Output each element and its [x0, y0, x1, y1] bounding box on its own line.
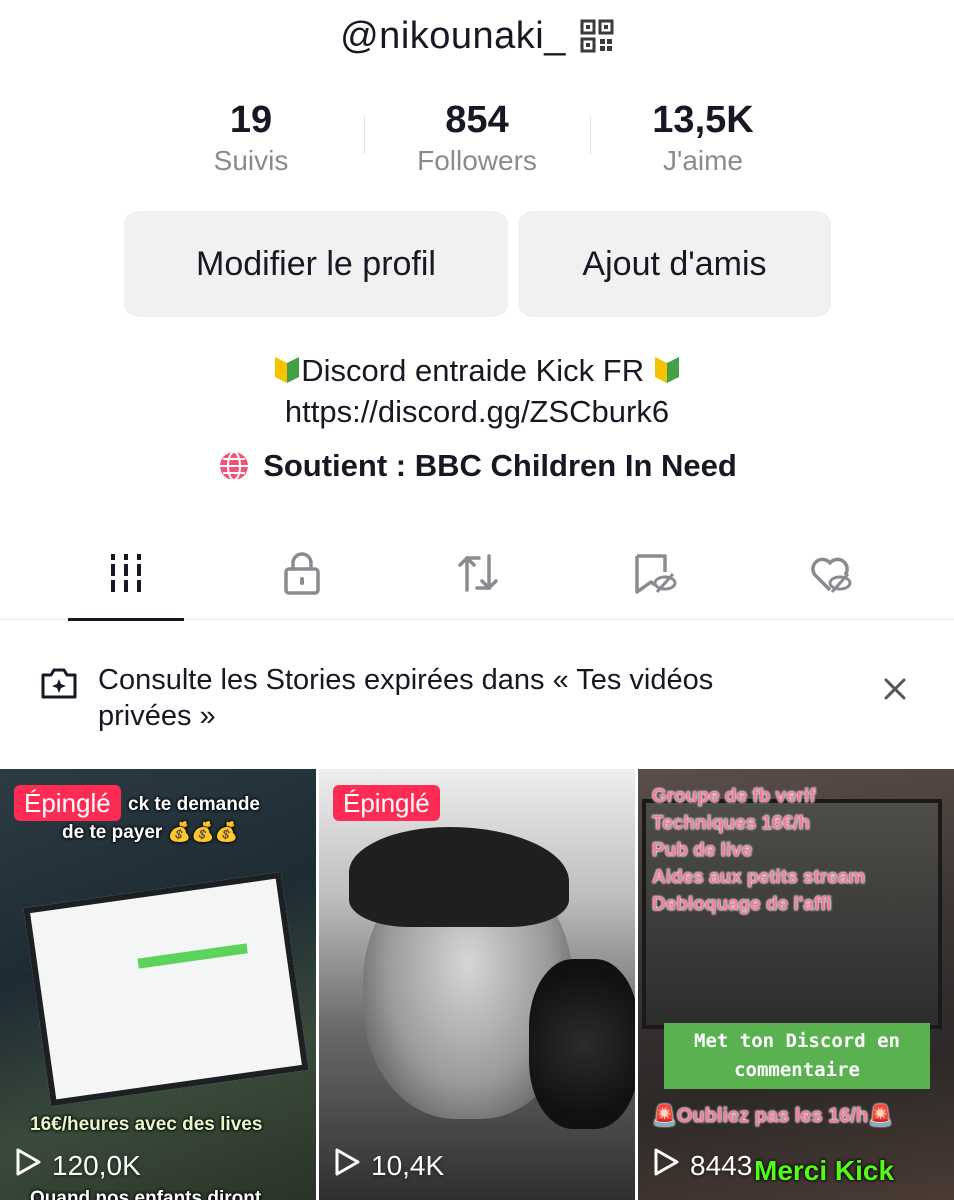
plant-image — [529, 959, 635, 1129]
feature-item: Aides aux petits stream — [652, 867, 866, 888]
view-count: 10,4K — [333, 1147, 444, 1184]
username: @nikounaki_ — [340, 14, 566, 57]
globe-icon — [217, 449, 251, 483]
view-count: 120,0K — [14, 1147, 141, 1184]
view-count-value: 10,4K — [371, 1149, 445, 1181]
tab-private[interactable] — [214, 530, 390, 620]
add-friends-button[interactable]: Ajout d'amis — [518, 211, 831, 317]
view-count: 8443 — [652, 1147, 752, 1184]
profile-tabs — [0, 530, 954, 621]
bio-link[interactable]: https://discord.gg/ZSCburk6 — [0, 391, 954, 432]
stat-divider — [590, 116, 591, 154]
stat-followers-label: Followers — [417, 145, 537, 176]
play-icon — [14, 1147, 42, 1184]
tab-liked[interactable] — [742, 530, 918, 620]
profile-bio: Discord entraide Kick FR https://discord… — [0, 350, 954, 432]
bio-text-discord: Discord entraide Kick FR — [301, 353, 645, 388]
heart-hidden-icon — [807, 550, 853, 601]
close-icon[interactable] — [882, 676, 908, 702]
qr-code-icon[interactable] — [580, 19, 614, 53]
tab-reposts[interactable] — [390, 530, 566, 620]
stat-likes-value: 13,5K — [652, 99, 754, 141]
video-thumbnail[interactable]: Épinglé 10,4K — [319, 769, 635, 1200]
repost-icon — [455, 550, 501, 601]
video-thumbnail[interactable]: ck te demande de te payer 💰💰💰 16€/heures… — [0, 769, 316, 1200]
screen-bar — [137, 943, 248, 969]
feature-item: Techniques 16€/h — [652, 813, 811, 834]
discord-comment-box: Met ton Discord en commentaire — [664, 1023, 930, 1089]
stat-following-value: 19 — [229, 99, 273, 141]
edit-profile-button[interactable]: Modifier le profil — [124, 211, 508, 317]
stat-likes-label: J'aime — [662, 145, 744, 176]
camera-sparkle-icon — [40, 666, 78, 700]
view-count-value: 8443 — [690, 1149, 753, 1181]
laptop-screen-image — [23, 871, 309, 1107]
bio-line-1: Discord entraide Kick FR — [0, 350, 954, 391]
play-icon — [652, 1147, 680, 1184]
kick-caption: Merci Kick — [754, 1155, 895, 1186]
beginner-badge-icon — [273, 354, 301, 384]
notice-text: Consulte les Stories expirées dans « Tes… — [98, 664, 714, 732]
beginner-badge-icon — [653, 354, 681, 384]
feature-item: Debloquage de l'affi — [652, 894, 832, 915]
charity-support[interactable]: Soutient : BBC Children In Need — [0, 448, 954, 484]
pinned-badge: Épinglé — [333, 785, 440, 821]
video-caption-top: ck te demande — [128, 794, 260, 815]
profile-header: @nikounaki_ — [0, 8, 954, 64]
expired-stories-notice[interactable]: Consulte les Stories expirées dans « Tes… — [0, 640, 954, 752]
support-text: Soutient : BBC Children In Need — [263, 448, 737, 483]
tab-videos[interactable] — [38, 530, 214, 621]
feature-item: Pub de live — [652, 840, 753, 861]
grid-icon — [103, 550, 149, 601]
stat-followers[interactable]: 854 Followers — [364, 96, 590, 186]
feature-list: Groupe de fb verif Techniques 16€/h Pub … — [652, 783, 865, 918]
lock-icon — [279, 550, 325, 601]
pinned-badge: Épinglé — [14, 785, 121, 821]
stat-likes[interactable]: 13,5K J'aime — [590, 96, 816, 186]
video-caption-bottom: 16€/heures avec des lives — [30, 1114, 263, 1135]
stat-followers-value: 854 — [445, 99, 509, 141]
play-icon — [333, 1147, 361, 1184]
video-caption-bottom-2: Quand nos enfants diront — [30, 1188, 262, 1200]
selfie-hair-image — [349, 827, 569, 927]
view-count-value: 120,0K — [52, 1149, 141, 1181]
stat-divider — [364, 116, 365, 154]
profile-stats: 19 Suivis 854 Followers 13,5K J'aime — [138, 96, 818, 186]
stat-following-label: Suivis — [213, 145, 289, 176]
bookmark-hidden-icon — [631, 550, 677, 601]
video-caption-top-2: de te payer 💰💰💰 — [62, 822, 239, 843]
video-caption-bottom: 🚨Oubliez pas les 16/h🚨 — [652, 1105, 893, 1127]
feature-item: Groupe de fb verif — [652, 786, 816, 807]
stat-following[interactable]: 19 Suivis — [138, 96, 364, 186]
tab-favorites[interactable] — [566, 530, 742, 620]
video-thumbnail[interactable]: Groupe de fb verif Techniques 16€/h Pub … — [638, 769, 954, 1200]
video-grid: ck te demande de te payer 💰💰💰 16€/heures… — [0, 769, 954, 1200]
